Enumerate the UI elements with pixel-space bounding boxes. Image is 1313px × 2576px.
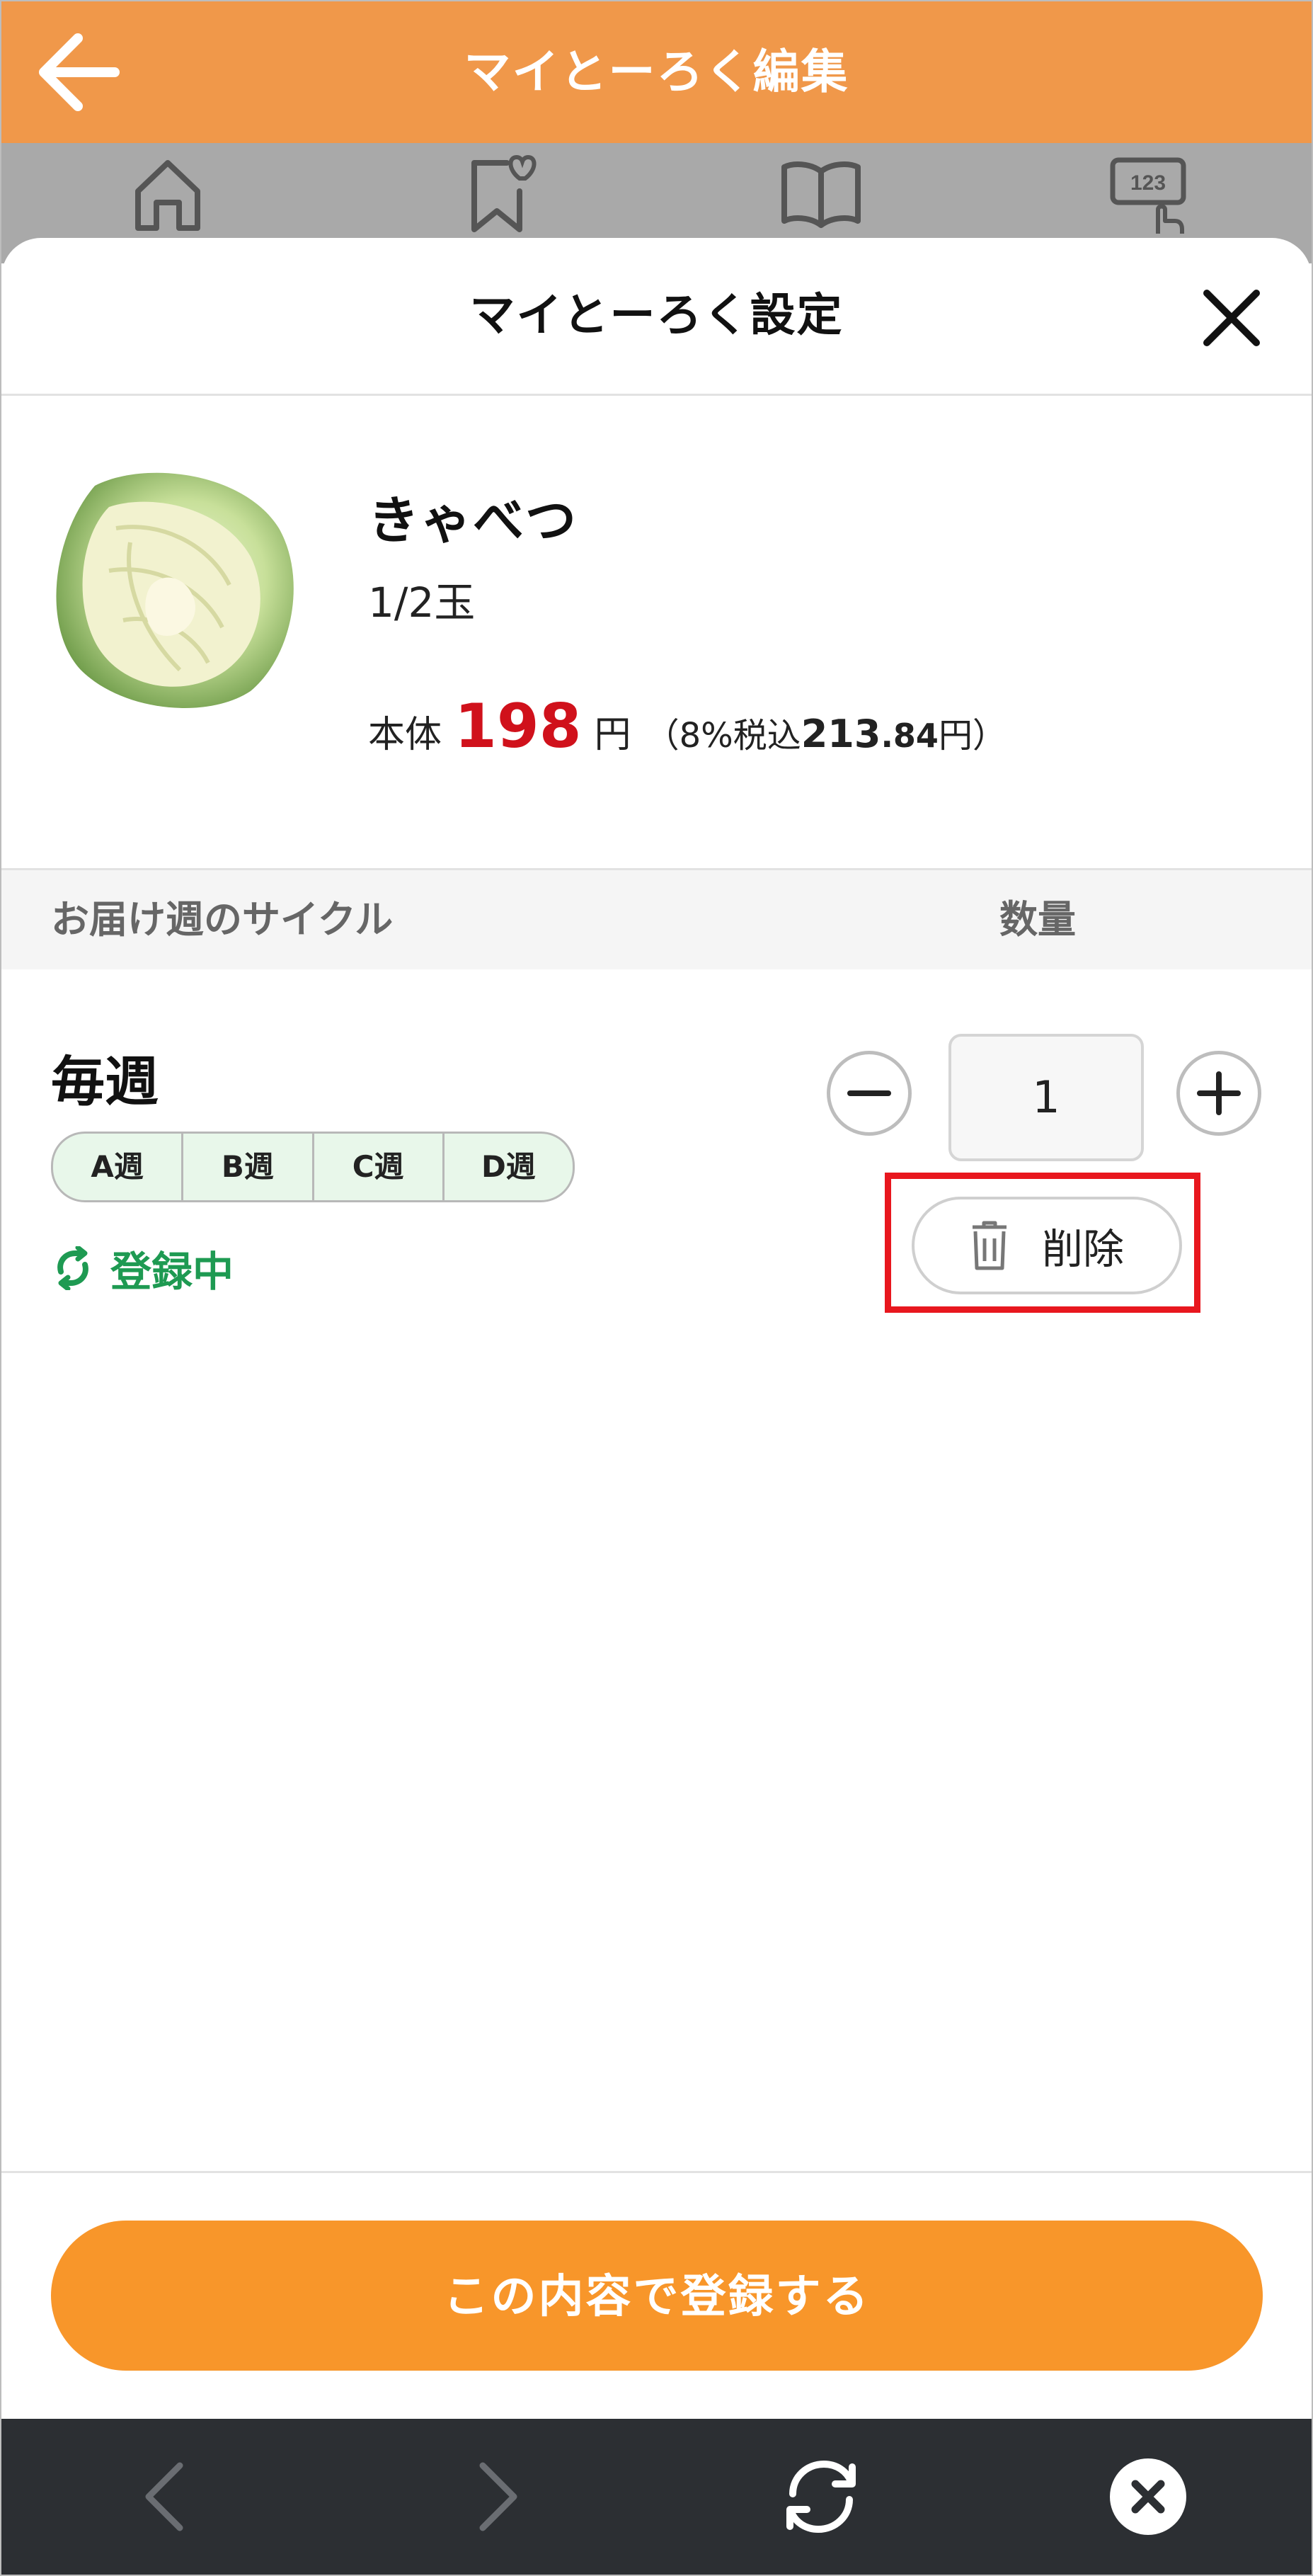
section-header: お届け週のサイクル 数量 — [1, 868, 1312, 969]
app-title: マイとーろく編集 — [464, 45, 849, 99]
status-label: 登録中 — [110, 1248, 234, 1296]
number-input-icon: 123 — [1110, 157, 1186, 234]
tax-price-int: 213 — [801, 712, 881, 756]
app-bar: マイとーろく編集 — [1, 1, 1312, 143]
book-icon — [781, 161, 861, 228]
price-unit: 円 — [594, 714, 631, 756]
sheet-header: マイとーろく設定 — [1, 238, 1312, 396]
quantity-increase-button[interactable] — [1176, 1051, 1261, 1136]
delete-label: 削除 — [1041, 1226, 1124, 1272]
chevron-right-icon[interactable] — [452, 2454, 537, 2539]
tax-suffix: 円） — [938, 716, 1007, 756]
price-label: 本体 — [368, 714, 442, 756]
price-row: 本体 198 円 （8%税込213.84円） — [368, 691, 1007, 769]
tax-price-dec: .84 — [881, 717, 939, 755]
refresh-icon[interactable] — [779, 2454, 864, 2539]
week-chip: C週 — [314, 1134, 445, 1200]
sync-icon — [57, 1246, 88, 1290]
week-chip: D週 — [481, 1149, 536, 1184]
quantity-input[interactable]: 1 — [948, 1034, 1144, 1161]
close-icon[interactable] — [1201, 287, 1262, 348]
sheet-title: マイとーろく設定 — [469, 290, 844, 342]
quantity-decrease-button[interactable] — [827, 1051, 912, 1136]
cycle-header: お届け週のサイクル — [51, 897, 394, 942]
tax-prefix: （8%税込 — [645, 716, 801, 756]
registration-status: 登録中 — [51, 1236, 234, 1300]
submit-button[interactable]: この内容で登録する — [51, 2221, 1263, 2371]
schedule-title: 毎週 — [51, 1050, 159, 1113]
settings-sheet: マイとーろく設定 きゃべつ 1/2玉 本体 198 円 （8%税込213.84円… — [1, 238, 1312, 2419]
footer-divider — [1, 2171, 1312, 2173]
cabbage-image — [56, 472, 294, 708]
product-size: 1/2玉 — [368, 579, 476, 627]
home-icon — [135, 160, 200, 231]
week-chip: B週 — [183, 1134, 314, 1200]
close-circle-icon[interactable] — [1106, 2454, 1191, 2539]
delete-button[interactable]: 削除 — [912, 1197, 1182, 1294]
price-value: 198 — [454, 691, 582, 762]
number-input-glyph: 123 — [1130, 171, 1166, 195]
chevron-left-icon[interactable] — [126, 2454, 211, 2539]
browser-toolbar — [1, 2419, 1312, 2575]
tax-included-price: （8%税込213.84円） — [646, 707, 1007, 757]
plus-icon — [1197, 1071, 1241, 1115]
trash-icon — [972, 1221, 1007, 1270]
product-name: きゃべつ — [368, 491, 578, 550]
bookmark-heart-icon — [471, 154, 537, 232]
qty-header: 数量 — [999, 897, 1076, 942]
app-frame: マイとーろく編集 123 マイとーろく設定 きゃべつ 1/2玉 本体 198 円… — [0, 0, 1313, 2576]
week-chip: A週 — [53, 1134, 184, 1200]
minus-icon — [847, 1090, 891, 1096]
week-chip-group: A週 B週 C週 D週 — [51, 1132, 575, 1202]
